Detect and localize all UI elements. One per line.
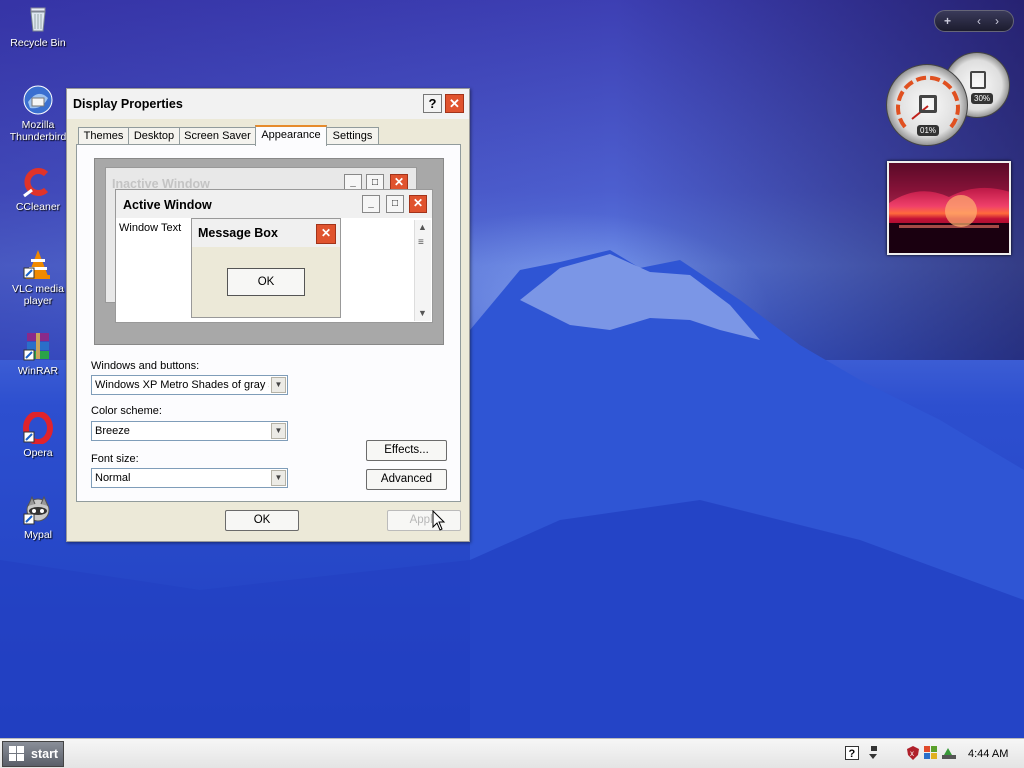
appearance-tab-panel: Inactive Window _ □ ✕ Active Window _ □ … <box>76 144 461 502</box>
window-text-sample: Window Text <box>119 222 182 234</box>
memory-percent: 30% <box>971 93 994 104</box>
preview-message-box: Message Box ✕ OK <box>191 218 341 318</box>
apply-button[interactable]: Apply <box>387 510 461 531</box>
previous-page-button[interactable]: ‹ <box>977 14 981 28</box>
desktop-icon-label: WinRAR <box>17 365 59 377</box>
close-icon: ✕ <box>316 224 336 244</box>
windows-security-icon[interactable] <box>924 746 938 760</box>
start-label: start <box>31 747 59 761</box>
desktop-icon-thunderbird[interactable]: Mozilla Thunderbird <box>4 84 72 143</box>
desktop-icon-recycle-bin[interactable]: Recycle Bin <box>4 2 72 49</box>
ok-button[interactable]: OK <box>225 510 299 531</box>
slideshow-gadget[interactable] <box>887 161 1011 255</box>
advanced-button[interactable]: Advanced <box>366 469 447 490</box>
active-window-title: Active Window <box>123 198 212 212</box>
font-size-label: Font size: <box>91 453 139 465</box>
tab-desktop[interactable]: Desktop <box>128 127 180 145</box>
volume-tray-icon[interactable] <box>942 746 956 760</box>
display-properties-dialog[interactable]: Display Properties ? ✕ Themes Desktop Sc… <box>66 88 470 542</box>
security-shield-icon[interactable]: x <box>906 746 920 760</box>
maximize-icon: □ <box>386 195 404 213</box>
message-box-title: Message Box <box>198 226 278 240</box>
mypal-icon <box>22 494 54 526</box>
desktop-icon-label: CCleaner <box>15 201 61 213</box>
chevron-down-icon[interactable]: ▼ <box>271 423 286 439</box>
help-button[interactable]: ? <box>423 94 442 113</box>
desktop-icon-label: Mozilla Thunderbird <box>9 119 67 143</box>
color-scheme-value: Breeze <box>95 425 130 437</box>
effects-button[interactable]: Effects... <box>366 440 447 461</box>
color-scheme-select[interactable]: Breeze ▼ <box>91 421 288 441</box>
start-button[interactable]: start <box>2 741 64 767</box>
close-icon: ✕ <box>449 96 460 111</box>
desktop-icon-winrar[interactable]: WinRAR <box>4 330 72 377</box>
close-button[interactable]: ✕ <box>445 94 464 113</box>
chevron-down-icon[interactable]: ▼ <box>271 470 286 486</box>
dialog-titlebar[interactable]: Display Properties ? ✕ <box>67 89 469 119</box>
desktop-icon-opera[interactable]: Opera <box>4 411 72 459</box>
chevron-down-icon[interactable]: ▼ <box>271 377 286 393</box>
scroll-thumb-icon: ≡ <box>418 237 424 248</box>
winrar-icon <box>22 330 54 362</box>
preview-scrollbar: ▲ ≡ ▼ <box>414 220 431 321</box>
windows-and-buttons-select[interactable]: Windows XP Metro Shades of gray s ▼ <box>91 375 288 395</box>
memory-icon <box>970 71 986 89</box>
taskbar: start ? x 4:44 AM <box>0 738 1024 768</box>
next-page-button[interactable]: › <box>995 14 999 28</box>
tab-screen-saver[interactable]: Screen Saver <box>179 127 256 145</box>
cpu-icon <box>919 95 937 113</box>
tab-appearance[interactable]: Appearance <box>255 125 327 146</box>
desktop-icon-label: Mypal <box>23 529 52 541</box>
font-size-select[interactable]: Normal ▼ <box>91 468 288 488</box>
sidebar-controls[interactable]: + ‹ › <box>934 10 1014 32</box>
thunderbird-icon <box>22 84 54 116</box>
appearance-preview: Inactive Window _ □ ✕ Active Window _ □ … <box>94 158 444 345</box>
clock[interactable]: 4:44 AM <box>968 748 1008 760</box>
desktop-icon-mypal[interactable]: Mypal <box>4 494 72 541</box>
cpu-percent: 01% <box>917 125 940 136</box>
desktop-icon-label: Recycle Bin <box>10 37 66 49</box>
cpu-meter-gadget[interactable]: 01% <box>886 64 968 146</box>
tab-settings[interactable]: Settings <box>326 127 379 145</box>
minimize-icon: _ <box>362 195 380 213</box>
message-box-titlebar: Message Box ✕ <box>192 219 340 247</box>
svg-text:x: x <box>910 749 914 758</box>
scroll-up-icon: ▲ <box>418 222 427 232</box>
tab-themes[interactable]: Themes <box>78 127 129 145</box>
svg-text:?: ? <box>849 748 856 760</box>
close-icon: ✕ <box>409 195 427 213</box>
windows-and-buttons-value: Windows XP Metro Shades of gray s <box>95 379 269 391</box>
vlc-icon <box>22 248 54 280</box>
font-size-value: Normal <box>95 472 131 484</box>
add-gadget-button[interactable]: + <box>944 14 951 28</box>
mouse-cursor-icon <box>432 510 446 531</box>
network-tray-icon[interactable] <box>867 746 881 760</box>
help-icon: ? <box>428 96 437 111</box>
scroll-down-icon: ▼ <box>418 308 427 318</box>
ccleaner-icon <box>22 166 54 198</box>
active-window-titlebar: Active Window _ □ ✕ <box>116 190 432 218</box>
opera-icon <box>22 411 54 445</box>
sunset-photo <box>889 163 1009 253</box>
desktop-icon-label: VLC media player <box>12 283 64 307</box>
recycle-bin-icon <box>22 2 54 34</box>
help-tray-icon[interactable]: ? <box>845 746 859 760</box>
message-box-ok-button: OK <box>227 268 305 296</box>
color-scheme-label: Color scheme: <box>91 405 162 417</box>
desktop-icon-label: Opera <box>23 447 53 459</box>
windows-and-buttons-label: Windows and buttons: <box>91 360 200 372</box>
windows-logo-icon <box>9 746 25 762</box>
dialog-title: Display Properties <box>73 97 183 111</box>
desktop-icon-vlc[interactable]: VLC media player <box>4 248 72 307</box>
desktop-icon-ccleaner[interactable]: CCleaner <box>4 166 72 213</box>
